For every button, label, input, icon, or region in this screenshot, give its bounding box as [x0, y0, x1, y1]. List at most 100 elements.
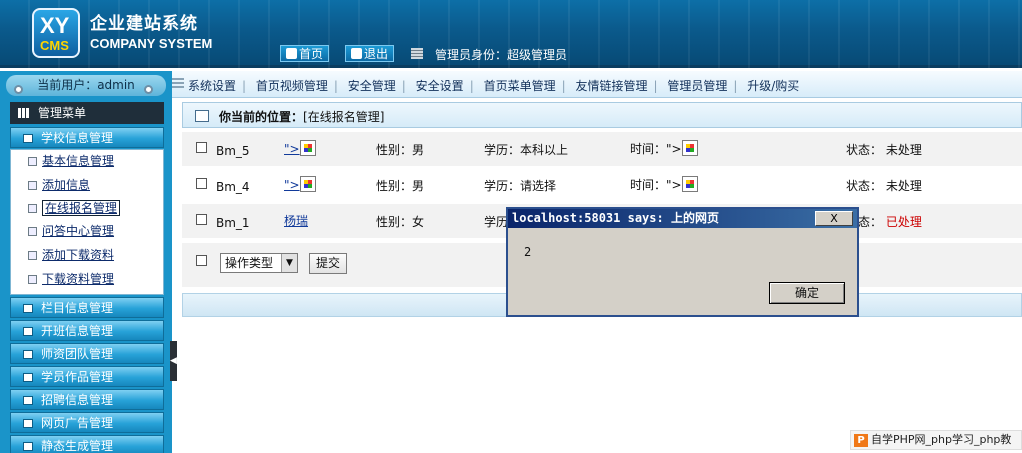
top-nav-items: 系统设置 | 首页视频管理 | 安全管理 | 安全设置 | 首页菜单管理 | 友情链接管理… — [188, 77, 799, 94]
home-icon — [286, 48, 297, 59]
nav-home-video[interactable]: 首页视频管理 — [256, 79, 328, 93]
nav-separator: | — [733, 79, 738, 93]
row-name-link[interactable]: "> — [284, 178, 300, 192]
menu-title: 管理菜单 — [10, 102, 164, 124]
home-label: 首页 — [299, 47, 324, 61]
sidebar-group-teachers[interactable]: 师资团队管理 — [10, 343, 164, 364]
page-icon — [28, 251, 37, 260]
page-icon — [28, 227, 37, 236]
page-icon — [28, 275, 37, 284]
row-status: 状态： 未处理 — [846, 141, 922, 158]
nav-security-manage[interactable]: 安全管理 — [348, 79, 396, 93]
sidebar-item-basic-info[interactable]: 基本信息管理 — [14, 152, 114, 170]
row-name-link[interactable]: "> — [284, 142, 300, 156]
nav-security-settings[interactable]: 安全设置 — [416, 79, 464, 93]
book-icon — [23, 304, 33, 313]
action-type-select[interactable]: 操作类型 ▼ — [220, 253, 298, 273]
sidebar: 当前用户：admin 管理菜单 学校信息管理 基本信息管理 添加信息 在线报名管… — [0, 71, 172, 453]
group-label: 静态生成管理 — [41, 439, 114, 453]
close-button[interactable]: X — [815, 211, 853, 226]
page-icon — [28, 181, 37, 190]
sidebar-item-qa-center[interactable]: 问答中心管理 — [14, 222, 114, 240]
nav-separator: | — [469, 79, 474, 93]
row-name[interactable]: "> — [284, 176, 316, 192]
breadcrumb-text: 你当前的位置：[在线报名管理] — [219, 108, 384, 125]
breadcrumb-value: [在线报名管理] — [303, 110, 385, 124]
breadcrumb-label: 你当前的位置： — [219, 110, 304, 124]
nav-friend-links[interactable]: 友情链接管理 — [575, 79, 647, 93]
nav-admin-manage[interactable]: 管理员管理 — [667, 79, 727, 93]
sidebar-group-recruit[interactable]: 招聘信息管理 — [10, 389, 164, 410]
sidebar-item-label: 在线报名管理 — [42, 200, 121, 216]
logo-bottom-text: CMS — [40, 38, 69, 53]
collapse-sidebar-button[interactable]: ◀ — [170, 341, 177, 381]
row-checkbox[interactable] — [196, 214, 207, 225]
current-user: 当前用户：admin — [6, 75, 166, 96]
sidebar-item-label: 问答中心管理 — [42, 224, 115, 238]
row-education: 学历：本科以上 — [484, 143, 569, 157]
sidebar-item-online-signup[interactable]: 在线报名管理 — [14, 199, 121, 217]
book-icon — [23, 350, 33, 359]
nav-separator: | — [333, 79, 338, 93]
alert-dialog: localhost:58031 says: 上的网页 X 2 确定 — [506, 207, 859, 317]
menu-title-label: 管理菜单 — [38, 106, 87, 120]
group-label: 师资团队管理 — [41, 347, 114, 361]
row-status-value: 未处理 — [885, 143, 922, 157]
row-time: 时间："> — [630, 176, 698, 193]
row-education: 学历 — [484, 215, 509, 229]
sidebar-group-ads[interactable]: 网页广告管理 — [10, 412, 164, 433]
row-id: Bm_1 — [216, 216, 250, 230]
sidebar-group-static[interactable]: 静态生成管理 — [10, 435, 164, 453]
admin-role: 管理员身份：超级管理员 — [435, 48, 568, 62]
broken-image-icon — [681, 140, 698, 156]
logout-label: 退出 — [364, 47, 389, 61]
action-type-value: 操作类型 — [225, 256, 274, 270]
nav-system-settings[interactable]: 系统设置 — [188, 79, 236, 93]
sidebar-group-student-works[interactable]: 学员作品管理 — [10, 366, 164, 387]
sidebar-group-column-info[interactable]: 栏目信息管理 — [10, 297, 164, 318]
broken-image-icon — [299, 140, 316, 156]
logout-button[interactable]: 退出 — [345, 45, 395, 62]
sidebar-item-download-manage[interactable]: 下载资料管理 — [14, 270, 114, 288]
row-status-label: 状态： — [846, 143, 883, 157]
pin-icon-right — [144, 85, 153, 94]
row-time: 时间："> — [630, 140, 698, 157]
page-icon — [28, 157, 37, 166]
dialog-title: localhost:58031 says: 上的网页 — [508, 209, 857, 228]
nav-separator: | — [242, 79, 247, 93]
dialog-message: 2 — [524, 245, 532, 259]
row-checkbox[interactable] — [196, 178, 207, 189]
select-all-checkbox[interactable] — [196, 255, 207, 266]
group-label: 网页广告管理 — [41, 416, 114, 430]
row-status-value: 未处理 — [885, 179, 922, 193]
group-label: 学员作品管理 — [41, 370, 114, 384]
table-row: Bm_5 "> 性别：男 学历：本科以上 时间："> 状态： 未处理 — [182, 132, 1022, 166]
book-icon — [23, 396, 33, 405]
book-icon — [23, 327, 33, 336]
row-checkbox[interactable] — [196, 142, 207, 153]
home-button[interactable]: 首页 — [280, 45, 330, 62]
sidebar-group-class-info[interactable]: 开班信息管理 — [10, 320, 164, 341]
watermark: P 自学PHP网_php学习_php教 — [850, 430, 1022, 450]
window-icon — [195, 110, 209, 122]
sidebar-item-add-info[interactable]: 添加信息 — [14, 176, 90, 194]
group-label: 开班信息管理 — [41, 324, 114, 338]
submit-button[interactable]: 提交 — [309, 253, 347, 274]
logo: XY CMS — [32, 8, 80, 58]
ok-button[interactable]: 确定 — [769, 282, 845, 304]
book-icon — [23, 419, 33, 428]
row-gender: 性别：男 — [376, 143, 425, 157]
table-row: Bm_4 "> 性别：男 学历：请选择 时间："> 状态： 未处理 — [182, 168, 1022, 202]
row-status-label: 状态： — [846, 179, 883, 193]
sidebar-group-school-info[interactable]: 学校信息管理 — [10, 127, 164, 148]
nav-upgrade[interactable]: 升级/购买 — [747, 79, 799, 93]
nav-home-menu[interactable]: 首页菜单管理 — [484, 79, 556, 93]
row-status-label: 态： — [858, 215, 883, 229]
nav-separator: | — [561, 79, 566, 93]
top-nav: 系统设置 | 首页视频管理 | 安全管理 | 安全设置 | 首页菜单管理 | 友情链接管理… — [172, 71, 1022, 98]
sidebar-item-add-download[interactable]: 添加下载资料 — [14, 246, 114, 264]
row-name-link[interactable]: 杨瑞 — [284, 212, 308, 229]
row-id: Bm_4 — [216, 180, 250, 194]
row-education: 学历：请选择 — [484, 179, 557, 193]
row-name[interactable]: "> — [284, 140, 316, 156]
